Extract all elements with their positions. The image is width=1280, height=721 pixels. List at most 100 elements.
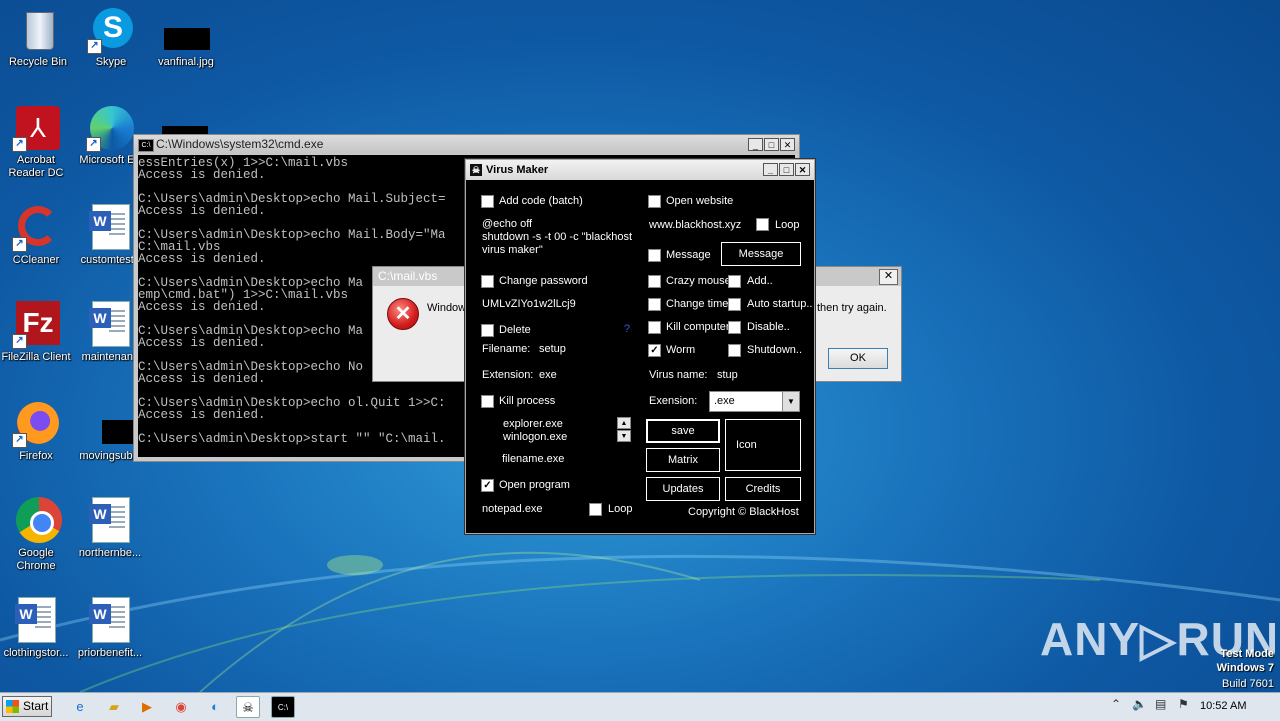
folder-icon[interactable]: ▰ xyxy=(102,696,126,718)
matrix-button[interactable]: Matrix xyxy=(646,448,720,472)
start-button[interactable]: Start xyxy=(2,696,52,717)
message-checkbox[interactable] xyxy=(648,249,661,262)
desktop-icon-ccleaner[interactable]: ↗ CCleaner xyxy=(0,204,74,267)
add-checkbox[interactable] xyxy=(728,275,741,288)
speaker-icon[interactable]: 🔈 xyxy=(1132,697,1147,711)
kill-computer-checkbox[interactable] xyxy=(648,321,661,334)
os-label: Windows 7 xyxy=(1216,662,1274,674)
virus-name-field[interactable]: stup xyxy=(717,369,738,381)
cmd-icon: C:\ xyxy=(138,139,154,152)
desktop-icon-skype[interactable]: S ↗ Skype xyxy=(73,6,149,69)
code-textbox[interactable]: @echo off shutdown -s -t 00 -c "blackhos… xyxy=(482,218,632,257)
worm-checkbox[interactable]: ✓ xyxy=(648,344,661,357)
virus-maker-titlebar[interactable]: ☠ Virus Maker _ □ ✕ xyxy=(466,160,814,180)
disable-checkbox[interactable] xyxy=(728,321,741,334)
exension-select[interactable]: .exe ▼ xyxy=(709,391,800,412)
updates-button[interactable]: Updates xyxy=(646,477,720,501)
cmd-titlebar[interactable]: C:\ C:\Windows\system32\cmd.exe _ □ ✕ xyxy=(134,135,799,154)
chrome-icon xyxy=(12,497,62,545)
edge-taskbar-icon[interactable]: ◐ xyxy=(203,696,227,718)
firefox-icon: ↗ xyxy=(12,400,60,448)
change-time-label: Change time xyxy=(666,298,729,310)
website-loop-label: Loop xyxy=(775,219,800,231)
save-button[interactable]: save xyxy=(646,419,720,443)
auto-startup-checkbox[interactable] xyxy=(728,298,741,311)
build-label: Build 7601 xyxy=(1222,678,1274,690)
scroll-down-button[interactable]: ▼ xyxy=(617,430,631,442)
disable-label: Disable.. xyxy=(747,321,790,333)
error-message-left: Window xyxy=(427,302,467,314)
shutdown-label: Shutdown.. xyxy=(747,344,803,356)
ok-button[interactable]: OK xyxy=(828,348,888,369)
desktop-icon-filezilla[interactable]: Fz ↗ FileZilla Client xyxy=(0,301,74,364)
desktop-icon-clothingstor[interactable]: W clothingstor... xyxy=(0,597,74,660)
desktop-icon-firefox[interactable]: ↗ Firefox xyxy=(0,400,74,463)
process-filename-field[interactable]: filename.exe xyxy=(502,453,564,465)
error-close-button[interactable]: ✕ xyxy=(879,269,898,285)
word-doc-icon: W xyxy=(86,597,134,645)
credits-button[interactable]: Credits xyxy=(725,477,801,501)
skype-icon: S ↗ xyxy=(87,6,135,54)
message-label: Message xyxy=(666,249,711,261)
virus-maker-window[interactable]: ☠ Virus Maker _ □ ✕ Add code (batch) @ec… xyxy=(465,159,815,534)
desktop-icon-northernbe[interactable]: W northernbe... xyxy=(72,497,148,560)
program-loop-checkbox[interactable] xyxy=(589,503,602,516)
tray-expand-icon[interactable]: ⌃ xyxy=(1111,697,1121,711)
process-listbox[interactable]: explorer.exe winlogon.exe xyxy=(503,418,567,444)
delete-checkbox[interactable] xyxy=(481,324,494,337)
add-code-checkbox[interactable] xyxy=(481,195,494,208)
maximize-button[interactable]: □ xyxy=(764,138,779,151)
minimize-button[interactable]: _ xyxy=(748,138,763,151)
ccleaner-icon: ↗ xyxy=(12,204,60,252)
minimize-button[interactable]: _ xyxy=(763,163,778,176)
program-field[interactable]: notepad.exe xyxy=(482,503,543,515)
desktop-icon-chrome[interactable]: Google Chrome xyxy=(0,497,74,573)
kill-process-checkbox[interactable] xyxy=(481,395,494,408)
word-doc-icon: W xyxy=(86,204,134,252)
desktop-icon-recycle-bin[interactable]: Recycle Bin xyxy=(0,6,76,69)
website-loop-checkbox[interactable] xyxy=(756,218,769,231)
action-center-flag-icon[interactable]: ⚑ xyxy=(1178,697,1189,711)
extension-label: Extension: xyxy=(482,369,534,381)
chevron-down-icon[interactable]: ▼ xyxy=(782,392,799,411)
media-player-icon[interactable]: ▶ xyxy=(135,696,159,718)
password-field[interactable]: UMLvZIYo1w2lLcj9 xyxy=(482,298,576,310)
add-label: Add.. xyxy=(747,275,773,287)
desktop-icon-priorbenefit[interactable]: W priorbenefit... xyxy=(72,597,148,660)
error-icon: ✕ xyxy=(387,298,419,330)
close-button[interactable]: ✕ xyxy=(780,138,795,151)
filezilla-icon: Fz ↗ xyxy=(12,301,60,349)
error-message-right: then try again. xyxy=(817,302,887,314)
word-doc-icon: W xyxy=(12,597,60,645)
word-doc-icon: W xyxy=(86,301,134,349)
desktop-icon-acrobat[interactable]: ⅄ ↗ Acrobat Reader DC xyxy=(0,104,74,180)
kill-computer-label: Kill computer xyxy=(666,321,730,333)
taskbar-clock[interactable]: 10:52 AM xyxy=(1200,700,1246,712)
chrome-taskbar-icon[interactable]: ◉ xyxy=(169,696,193,718)
desktop-icon-vanfinal[interactable]: vanfinal.jpg xyxy=(148,6,224,69)
crazy-mouse-checkbox[interactable] xyxy=(648,275,661,288)
delete-help-link[interactable]: ? xyxy=(624,323,630,335)
cmd-taskbar-icon[interactable]: C:\ xyxy=(271,696,295,718)
shutdown-checkbox[interactable] xyxy=(728,344,741,357)
open-website-label: Open website xyxy=(666,195,734,207)
icon-button[interactable]: Icon xyxy=(725,419,801,471)
network-icon[interactable]: ▤ xyxy=(1155,697,1166,711)
filename-field[interactable]: setup xyxy=(539,343,566,355)
scroll-up-button[interactable]: ▲ xyxy=(617,417,631,429)
website-field[interactable]: www.blackhost.xyz xyxy=(649,219,741,231)
virus-maker-taskbar-icon[interactable]: ☠ xyxy=(236,696,260,718)
open-website-checkbox[interactable] xyxy=(648,195,661,208)
recycle-bin-icon xyxy=(14,6,62,54)
exension-label: Exension: xyxy=(649,395,698,407)
ie-icon[interactable]: e xyxy=(68,696,92,718)
extension-field[interactable]: exe xyxy=(539,369,557,381)
message-button[interactable]: Message xyxy=(721,242,801,266)
windows-logo-icon xyxy=(6,700,19,713)
change-time-checkbox[interactable] xyxy=(648,298,661,311)
image-file-icon xyxy=(162,6,210,54)
open-program-checkbox[interactable]: ✓ xyxy=(481,479,494,492)
change-password-checkbox[interactable] xyxy=(481,275,494,288)
maximize-button[interactable]: □ xyxy=(779,163,794,176)
close-button[interactable]: ✕ xyxy=(795,163,810,176)
